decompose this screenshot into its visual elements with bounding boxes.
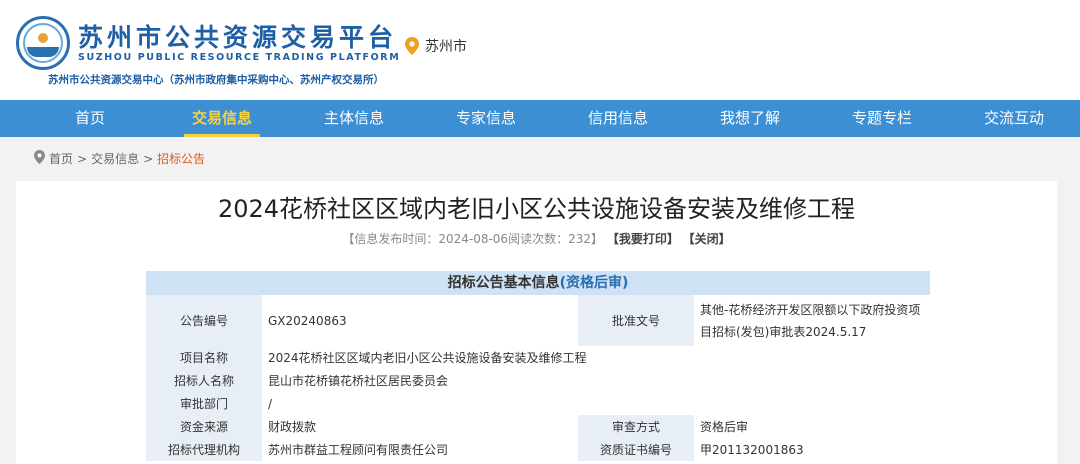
breadcrumb: 首页 > 交易信息 > 招标公告 [34, 150, 205, 167]
nav-item-entity-info[interactable]: 主体信息 [288, 100, 420, 137]
city-selector[interactable]: 苏州市 [405, 36, 467, 56]
site-header: 苏州市公共资源交易平台 SUZHOU PUBLIC RESOURCE TRADI… [0, 0, 1080, 100]
article-title: 2024花桥社区区域内老旧小区公共设施设备安装及维修工程 [217, 195, 856, 223]
breadcrumb-separator: > [77, 151, 88, 166]
nav-item-learn-more[interactable]: 我想了解 [684, 100, 816, 137]
fund-source-label: 资金来源 [146, 415, 262, 438]
section-heading-highlight: (资格后审) [559, 275, 629, 291]
site-title[interactable]: 苏州市公共资源交易平台 [78, 18, 397, 54]
nav-item-expert-info[interactable]: 专家信息 [420, 100, 552, 137]
table-row: 审批部门 / [146, 392, 930, 415]
agency-label: 招标代理机构 [146, 438, 262, 461]
section-heading-main: 招标公告基本信息 [447, 275, 560, 291]
agency-value: 苏州市群益工程顾问有限责任公司 [262, 438, 578, 461]
table-row: 招标人名称 昆山市花桥镇花桥社区居民委员会 [146, 369, 930, 392]
nav-item-interaction[interactable]: 交流互动 [948, 100, 1080, 137]
main-nav: 首页 交易信息 主体信息 专家信息 信用信息 我想了解 专题专栏 交流互动 [0, 100, 1080, 137]
breadcrumb-separator: > [143, 151, 154, 166]
fund-source-value: 财政拨款 [262, 415, 578, 438]
article-meta: 【信息发布时间：2024-08-06阅读次数：232】 【我要打印】 【关闭】 [16, 230, 1057, 247]
cert-no-value: 甲201132001863 [694, 438, 930, 461]
site-title-en: SUZHOU PUBLIC RESOURCE TRADING PLATFORM [78, 52, 401, 63]
city-label: 苏州市 [425, 39, 467, 55]
section-heading: 招标公告基本信息(资格后审) [146, 271, 930, 295]
approval-dept-value: / [262, 392, 930, 415]
site-subtitle: 苏州市公共资源交易中心（苏州市政府集中采购中心、苏州产权交易所） [48, 74, 384, 86]
project-name-label: 项目名称 [146, 346, 262, 369]
table-row: 资金来源 财政拨款 审查方式 资格后审 [146, 415, 930, 438]
article-card: 2024花桥社区区域内老旧小区公共设施设备安装及维修工程 【信息发布时间：202… [16, 181, 1057, 464]
breadcrumb-current: 招标公告 [157, 152, 206, 166]
nav-item-trading-info[interactable]: 交易信息 [156, 100, 288, 137]
approval-dept-label: 审批部门 [146, 392, 262, 415]
notice-no-value: GX20240863 [262, 295, 578, 346]
nav-item-special-topics[interactable]: 专题专栏 [816, 100, 948, 137]
notice-no-label: 公告编号 [146, 295, 262, 346]
location-pin-icon [405, 37, 419, 55]
table-row: 公告编号 GX20240863 批准文号 其他-花桥经济开发区限额以下政府投资项… [146, 295, 930, 346]
table-row: 招标代理机构 苏州市群益工程顾问有限责任公司 资质证书编号 甲201132001… [146, 438, 930, 461]
location-pin-icon [34, 150, 45, 167]
table-row: 项目名称 2024花桥社区区域内老旧小区公共设施设备安装及维修工程 [146, 346, 930, 369]
print-link[interactable]: 【我要打印】 [607, 232, 679, 246]
logo-emblem-icon[interactable] [16, 16, 70, 70]
notice-info-table: 公告编号 GX20240863 批准文号 其他-花桥经济开发区限额以下政府投资项… [146, 295, 930, 461]
breadcrumb-trading-info[interactable]: 交易信息 [91, 150, 139, 167]
nav-item-credit-info[interactable]: 信用信息 [552, 100, 684, 137]
publish-info: 【信息发布时间：2024-08-06阅读次数：232】 [342, 232, 603, 246]
close-link[interactable]: 【关闭】 [683, 232, 731, 246]
tenderer-label: 招标人名称 [146, 369, 262, 392]
approval-doc-value: 其他-花桥经济开发区限额以下政府投资项目招标(发包)审批表2024.5.17 [694, 295, 930, 346]
approval-doc-label: 批准文号 [578, 295, 694, 346]
review-method-label: 审查方式 [578, 415, 694, 438]
nav-item-home[interactable]: 首页 [24, 100, 156, 137]
cert-no-label: 资质证书编号 [578, 438, 694, 461]
tenderer-value: 昆山市花桥镇花桥社区居民委员会 [262, 369, 930, 392]
project-name-value: 2024花桥社区区域内老旧小区公共设施设备安装及维修工程 [262, 346, 930, 369]
review-method-value: 资格后审 [694, 415, 930, 438]
breadcrumb-home[interactable]: 首页 [49, 150, 73, 167]
